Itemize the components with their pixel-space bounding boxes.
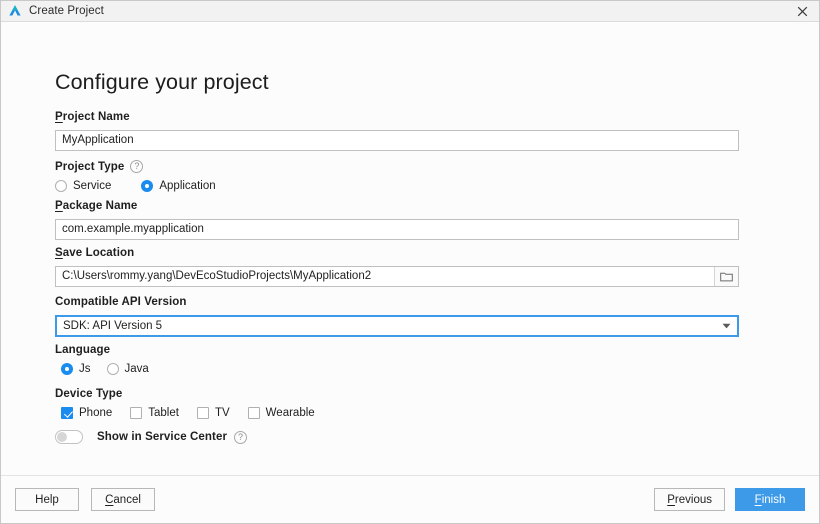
footer-right-buttons: Previous Finish: [654, 488, 805, 511]
project-type-help-icon[interactable]: ?: [130, 160, 144, 173]
chevron-down-icon[interactable]: [719, 323, 733, 329]
radio-java[interactable]: [106, 363, 119, 375]
checkbox-tablet[interactable]: [130, 407, 143, 419]
checkbox-option-phone[interactable]: Phone: [61, 407, 112, 419]
checkbox-option-tablet[interactable]: Tablet: [130, 407, 179, 419]
folder-icon[interactable]: [714, 267, 738, 286]
save-location-label-mnemonic: S: [55, 247, 63, 259]
dialog-footer: Help Cancel Previous Finish: [1, 475, 819, 523]
project-name-label: Project Name: [55, 111, 739, 123]
field-language: Language Js Java: [55, 344, 149, 375]
checkbox-option-wearable[interactable]: Wearable: [247, 407, 315, 419]
radio-option-js[interactable]: Js: [61, 363, 91, 375]
field-save-location: Save Location C:\Users\rommy.yang\DevEco…: [55, 247, 739, 287]
footer-left-buttons: Help Cancel: [15, 488, 155, 511]
checkbox-tv-label: TV: [214, 407, 230, 419]
previous-button[interactable]: Previous: [654, 488, 725, 511]
service-center-label: Show in Service Center: [97, 431, 228, 443]
field-package-name: Package Name com.example.myapplication: [55, 200, 739, 240]
help-button-label: Help: [35, 493, 59, 506]
save-location-input[interactable]: C:\Users\rommy.yang\DevEcoStudioProjects…: [55, 266, 739, 287]
radio-option-application[interactable]: Application: [141, 180, 216, 192]
device-type-label-text: Device Type: [55, 388, 123, 400]
toggle-knob: [57, 432, 67, 442]
save-location-label-text: ave Location: [62, 247, 135, 259]
finish-button[interactable]: Finish: [735, 488, 805, 511]
service-center-row: Show in Service Center ?: [55, 430, 248, 444]
package-name-input[interactable]: com.example.myapplication: [55, 219, 739, 240]
field-api-version: Compatible API Version SDK: API Version …: [55, 296, 739, 337]
window-title: Create Project: [29, 4, 104, 17]
radio-option-service[interactable]: Service: [55, 180, 111, 192]
create-project-dialog: Create Project Configure your project Pr…: [0, 0, 820, 524]
project-type-label-text: Project Type: [55, 160, 125, 173]
api-version-label: Compatible API Version: [55, 296, 739, 308]
service-center-help-icon[interactable]: ?: [234, 430, 248, 444]
device-type-checkbox-group: Phone Tablet TV Wearable: [61, 407, 315, 419]
cancel-button-label: ancel: [113, 493, 141, 506]
help-button[interactable]: Help: [15, 488, 79, 511]
radio-js[interactable]: [61, 363, 73, 375]
language-label-text: Language: [55, 344, 111, 356]
project-name-label-mnemonic: P: [55, 111, 63, 123]
cancel-button[interactable]: Cancel: [91, 488, 155, 511]
api-version-value: SDK: API Version 5: [63, 320, 163, 332]
radio-option-java[interactable]: Java: [106, 363, 149, 375]
api-version-dropdown[interactable]: SDK: API Version 5: [55, 315, 739, 337]
checkbox-wearable[interactable]: [247, 407, 260, 419]
checkbox-option-tv[interactable]: TV: [196, 407, 230, 419]
close-icon[interactable]: [785, 1, 819, 22]
checkbox-tablet-label: Tablet: [148, 407, 179, 419]
radio-service-label: Service: [73, 180, 112, 192]
package-name-label: Package Name: [55, 200, 739, 212]
title-bar: Create Project: [1, 1, 819, 22]
field-device-type: Device Type Phone Tablet TV Wearable: [55, 388, 315, 419]
radio-js-label: Js: [79, 363, 91, 375]
checkbox-phone[interactable]: [61, 407, 73, 419]
device-type-label: Device Type: [55, 388, 315, 400]
checkbox-tv[interactable]: [196, 407, 209, 419]
project-type-label: Project Type ?: [55, 160, 216, 173]
field-project-name: Project Name MyApplication: [55, 111, 739, 151]
package-name-label-mnemonic: P: [55, 200, 63, 212]
finish-button-mnemonic: F: [754, 493, 762, 506]
radio-application[interactable]: [141, 180, 154, 192]
package-name-label-text: ackage Name: [62, 200, 138, 212]
project-name-value: MyApplication: [62, 134, 134, 146]
page-title: Configure your project: [55, 70, 269, 94]
field-service-center: Show in Service Center ?: [55, 430, 248, 444]
project-name-input[interactable]: MyApplication: [55, 130, 739, 151]
radio-application-label: Application: [159, 180, 216, 192]
radio-java-label: Java: [124, 363, 149, 375]
radio-service[interactable]: [55, 180, 67, 192]
save-location-label: Save Location: [55, 247, 739, 259]
deveco-studio-logo-icon: [9, 5, 21, 16]
language-radio-group: Js Java: [61, 363, 149, 375]
dialog-content: Configure your project Project Name MyAp…: [1, 22, 819, 475]
project-type-radio-group: Service Application: [55, 180, 216, 192]
api-version-label-text: Compatible API Version: [55, 296, 187, 308]
package-name-value: com.example.myapplication: [62, 223, 204, 235]
finish-button-label: inish: [761, 493, 786, 506]
field-project-type: Project Type ? Service Application: [55, 160, 216, 192]
service-center-toggle[interactable]: [55, 430, 83, 444]
checkbox-phone-label: Phone: [79, 407, 113, 419]
language-label: Language: [55, 344, 149, 356]
checkbox-wearable-label: Wearable: [265, 407, 315, 419]
previous-button-label: revious: [674, 493, 712, 506]
save-location-value: C:\Users\rommy.yang\DevEcoStudioProjects…: [62, 270, 372, 282]
previous-button-mnemonic: P: [667, 493, 675, 506]
project-name-label-text: roject Name: [62, 111, 130, 123]
